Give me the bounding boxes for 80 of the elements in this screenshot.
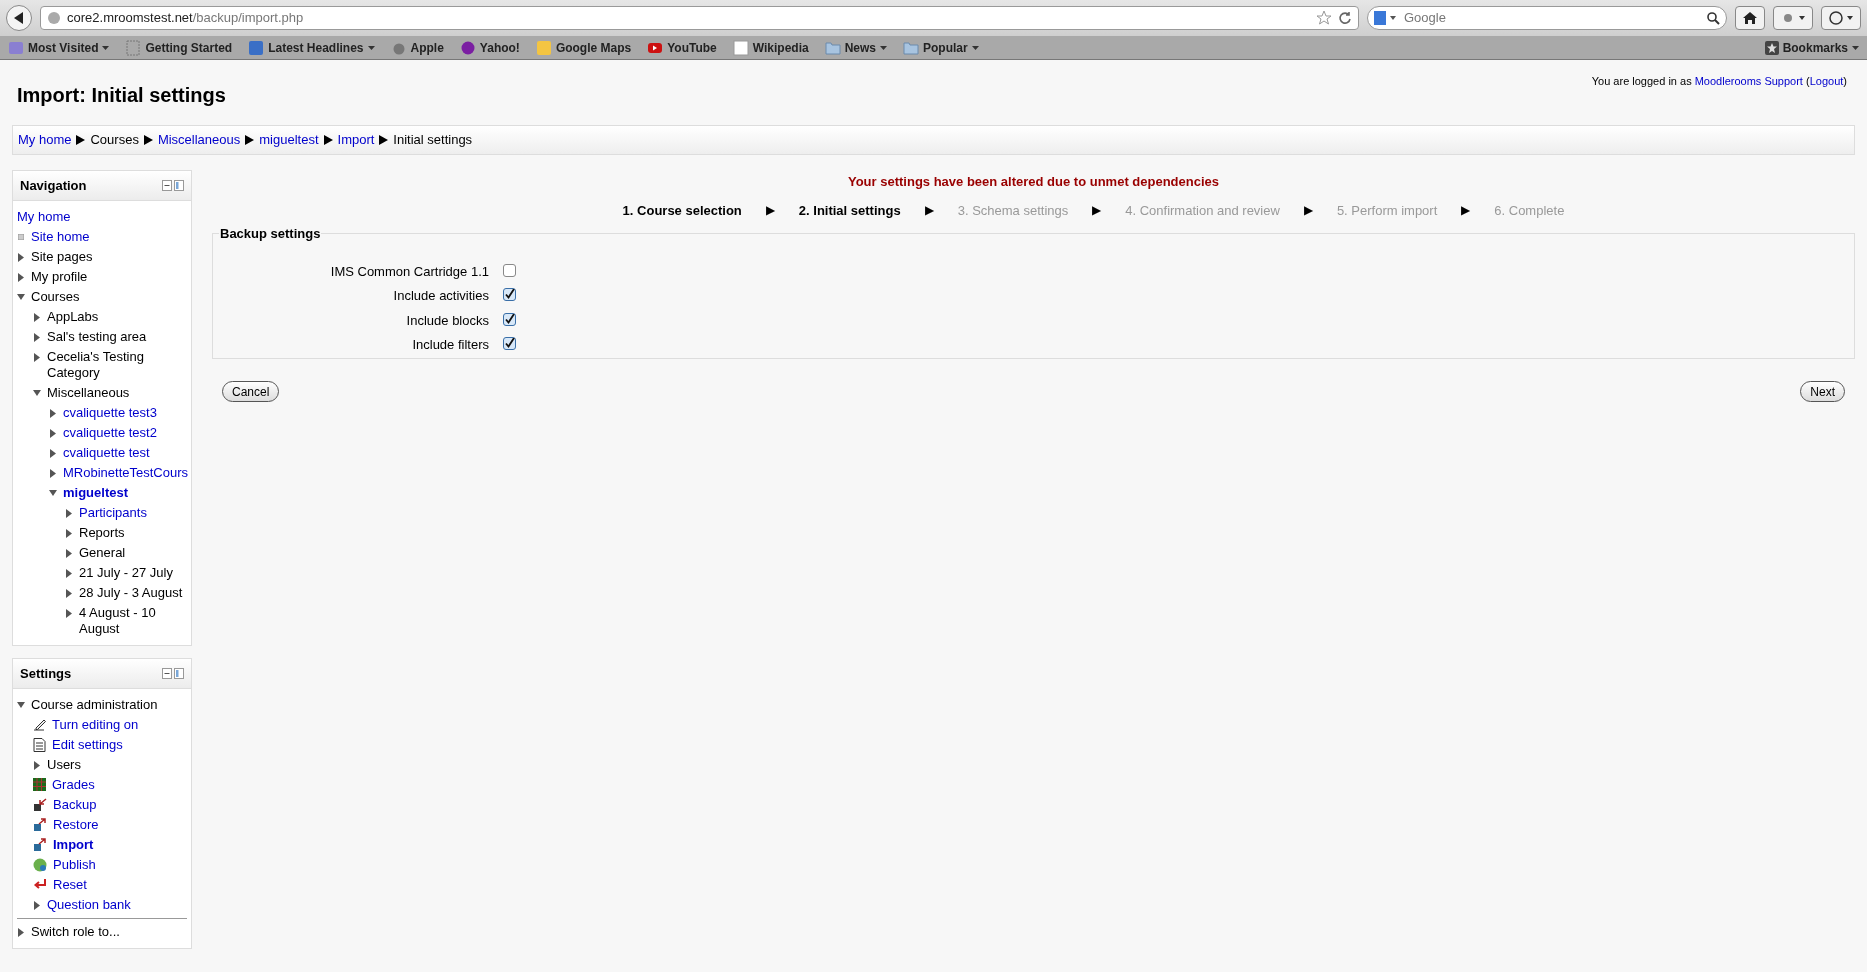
step-label: 6. Complete [1494,201,1565,220]
page-title: Import: Initial settings [17,83,226,108]
step-label: 2. Initial settings [798,201,901,220]
breadcrumb-link[interactable]: migueltest [259,130,319,150]
tree-item[interactable]: Users [47,757,81,773]
bookmark-item[interactable]: Getting Started [125,38,233,57]
tree-item[interactable]: Import [53,837,94,853]
breadcrumb-text: Courses [90,131,139,150]
tree-item[interactable]: Turn editing on [52,717,139,733]
tree-item[interactable]: General [79,545,126,561]
tree-item[interactable]: Publish [53,857,96,873]
bookmark-item[interactable]: Most Visited [8,38,110,57]
bookmark-item[interactable]: Wikipedia [732,38,809,57]
bookmark-item[interactable]: News [824,38,888,57]
url-text: core2.mroomstest.net/backup/import.php [67,9,305,28]
fieldset-legend: Backup settings [219,224,322,244]
tree-item[interactable]: Reset [53,877,87,893]
step-label: 5. Perform import [1336,201,1438,220]
tree-item[interactable]: Course administration [31,697,158,713]
logout-link[interactable]: Logout [1809,75,1844,87]
tree-item[interactable]: AppLabs [47,309,99,325]
step-label: 3. Schema settings [957,201,1069,220]
tree-item[interactable]: 4 August - 10 August [79,605,187,637]
bookmark-item[interactable]: Latest Headlines [248,38,375,57]
tree-item[interactable]: Switch role to... [31,924,120,940]
breadcrumb-link[interactable]: Import [337,130,375,150]
option-label: Include filters [411,336,489,354]
tree-item[interactable]: Site pages [31,249,93,265]
block-title: Navigation [20,176,87,195]
tree-item[interactable]: cvaliquette test [63,445,150,461]
step-separator: ▶ [1092,202,1102,220]
tree-item[interactable]: Edit settings [52,737,123,753]
option-label: Include blocks [405,311,489,330]
tree-item[interactable]: Site home [31,229,90,245]
tree-item[interactable]: cvaliquette test3 [63,405,157,421]
tree-item[interactable]: My home [17,209,71,225]
tree-item[interactable]: Cecelia's Testing Category [47,349,187,381]
url-field[interactable]: core2.mroomstest.net/backup/import.php [40,6,1359,30]
warning-message: Your settings have been altered due to unmet dependencies [846,173,1221,191]
bookmark-item[interactable]: Yahoo! [459,38,520,57]
tree-item[interactable]: 21 July - 27 July [79,565,173,581]
option-label: IMS Common Cartridge 1.1 [329,262,489,281]
tree-item[interactable]: My profile [31,269,88,285]
tree-item[interactable]: Participants [79,505,147,521]
step-separator: ▶ [765,202,775,220]
step-separator: ▶ [1461,202,1471,220]
breadcrumb-link[interactable]: My home [18,130,72,150]
tree-item[interactable]: Miscellaneous [47,385,130,401]
user-link[interactable]: Moodlerooms Support [1694,75,1803,87]
paren: ) [1843,75,1847,87]
bookmark-item[interactable]: Apple [390,38,444,57]
tree-item[interactable]: MRobinetteTestCours [63,465,188,481]
tree-item[interactable]: 28 July - 3 August [79,585,183,601]
login-info: You are logged in as Moodlerooms Support (Logout) [1591,74,1847,89]
tree-item[interactable]: migueltest [63,485,128,501]
tree-item[interactable]: Backup [53,797,97,813]
search-field[interactable]: Google [1367,6,1727,30]
tree-item[interactable]: cvaliquette test2 [63,425,157,441]
breadcrumb-link[interactable]: Miscellaneous [157,130,241,150]
tree-item[interactable]: Courses [31,289,80,305]
form-button[interactable]: Cancel [222,381,280,402]
tree-item[interactable]: Grades [52,777,95,793]
step-separator: ▶ [1303,202,1313,220]
step-label: 1. Course selection [622,201,742,220]
breadcrumb-text: Initial settings [393,131,473,150]
form-button[interactable]: Next [1800,381,1845,402]
paren: ( [1806,75,1810,87]
block-title: Settings [20,664,72,683]
bookmarks-menu[interactable]: Bookmarks [1764,38,1859,57]
bookmark-item[interactable]: Google Maps [535,38,632,57]
step-label: 4. Confirmation and review [1125,201,1280,220]
tree-item[interactable]: Restore [53,817,99,833]
tree-item[interactable]: Question bank [47,897,131,913]
bookmark-item[interactable]: YouTube [647,38,717,57]
bookmark-item[interactable]: Popular [903,38,979,57]
step-separator: ▶ [924,202,934,220]
search-input[interactable]: Google [1404,8,1701,28]
tree-item[interactable]: Sal's testing area [47,329,147,345]
option-label: Include activities [392,287,489,305]
tree-item[interactable]: Reports [79,525,125,541]
